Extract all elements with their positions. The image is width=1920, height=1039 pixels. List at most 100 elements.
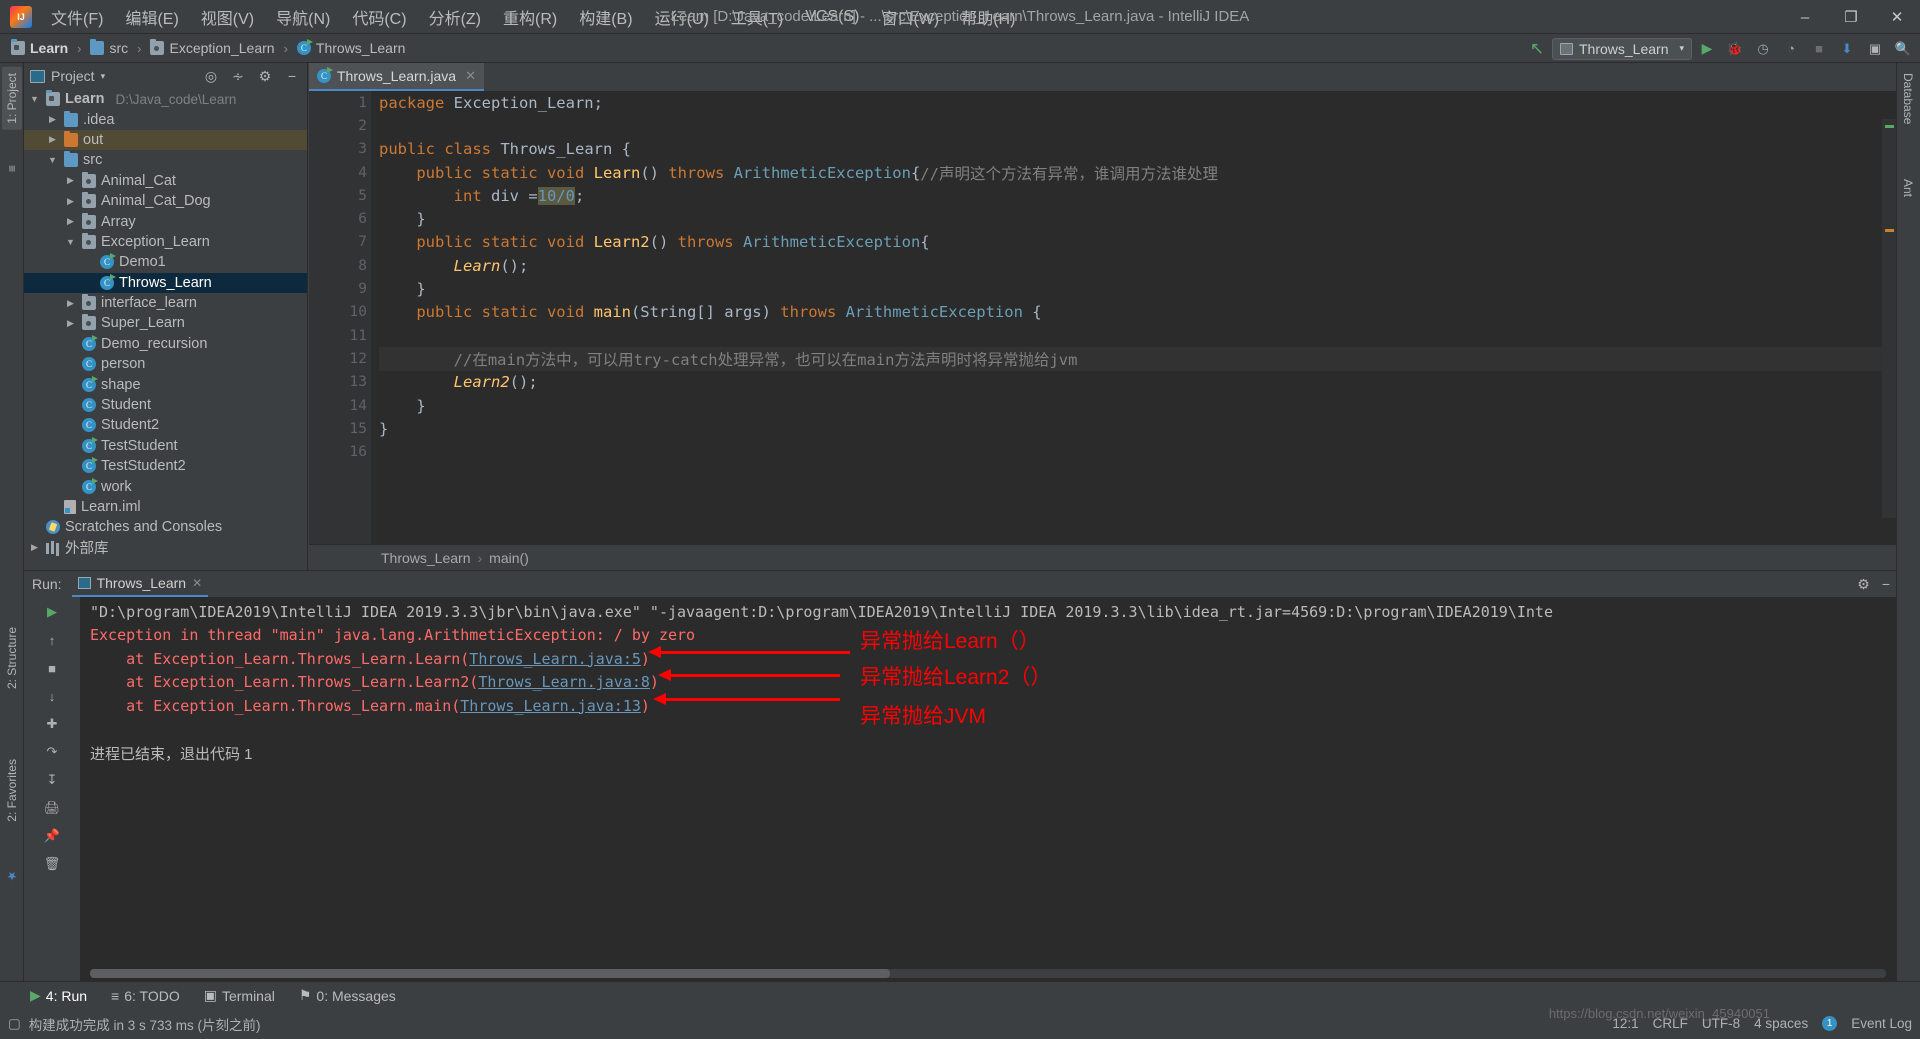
sidebar-tab-database[interactable]: Database <box>1898 67 1918 130</box>
chevron-down-icon[interactable]: ▼ <box>46 155 59 165</box>
tree-item-throws-learn[interactable]: Throws_Learn <box>24 272 307 293</box>
scrollbar-thumb[interactable] <box>90 969 890 978</box>
project-tree[interactable]: ▼ Learn D:\Java_code\Learn ▶ .idea ▶ out ▼ src ▶ A… <box>24 89 307 570</box>
tree-item-teststudent[interactable]: TestStudent <box>24 436 307 456</box>
breadcrumb-method-name[interactable]: main() <box>489 550 529 566</box>
down-icon[interactable]: ↓ <box>41 685 63 707</box>
hide-panel-icon[interactable]: − <box>1882 576 1890 593</box>
profile-button[interactable]: ◔ <box>1778 37 1804 61</box>
breadcrumb-src[interactable]: src <box>87 39 131 57</box>
editor-gutter[interactable]: 123▶4⊖56⊖7⊖89⊖10▶⊖11121314⊖1516 <box>309 91 402 544</box>
search-icon[interactable]: 🔍 <box>1890 37 1916 61</box>
chevron-right-icon[interactable]: ▶ <box>28 542 41 553</box>
tree-item-scratches-and-consoles[interactable]: Scratches and Consoles <box>24 517 307 537</box>
code-line-10[interactable]: public static void main (String[] args) t… <box>379 301 1896 324</box>
tree-item--idea[interactable]: ▶ .idea <box>24 109 307 129</box>
menu-code[interactable]: 代码(C) <box>341 1 417 33</box>
gutter-line-15[interactable]: 15 <box>309 417 371 440</box>
code-line-9[interactable]: } <box>379 277 1896 300</box>
tree-item-src[interactable]: ▼ src <box>24 150 307 170</box>
tree-item-array[interactable]: ▶ Array <box>24 211 307 231</box>
sidebar-tab-favorites[interactable]: 2: Favorites <box>2 753 22 828</box>
tool-tab-run[interactable]: ▶ 4: Run <box>26 985 91 1006</box>
gutter-line-10[interactable]: 10▶⊖ <box>309 301 402 324</box>
tool-tab-terminal[interactable]: ▣ Terminal <box>200 985 279 1006</box>
chevron-right-icon[interactable]: ▶ <box>64 318 77 329</box>
code-line-15[interactable]: } <box>379 417 1896 440</box>
chevron-right-icon[interactable]: ▶ <box>64 298 77 309</box>
breadcrumb-class[interactable]: Throws_Learn <box>294 39 409 57</box>
tree-item-work[interactable]: work <box>24 476 307 496</box>
sidebar-tab-ant[interactable]: Ant <box>1898 173 1918 203</box>
minimize-button[interactable]: – <box>1782 0 1828 34</box>
gutter-line-6[interactable]: 6⊖ <box>309 207 402 230</box>
sidebar-tab-structure[interactable]: 2: Structure <box>2 621 22 695</box>
stop-button[interactable]: ■ <box>1806 37 1832 61</box>
run-button[interactable]: ▶ <box>1694 37 1720 61</box>
console-horizontal-scrollbar[interactable] <box>90 969 1886 978</box>
pin-icon[interactable]: 📌 <box>41 825 63 847</box>
gear-icon[interactable]: ⚙ <box>1857 576 1870 593</box>
collapse-all-icon[interactable]: ∻ <box>229 67 247 85</box>
close-icon[interactable]: ✕ <box>192 576 202 590</box>
tree-item-out[interactable]: ▶ out <box>24 129 307 151</box>
tree-item-interface-learn[interactable]: ▶ interface_learn <box>24 293 307 313</box>
code-line-16[interactable] <box>379 440 1896 463</box>
breadcrumb-package[interactable]: Exception_Learn <box>147 39 277 57</box>
gutter-line-9[interactable]: 9⊖ <box>309 277 402 300</box>
gutter-line-1[interactable]: 1 <box>309 91 371 114</box>
update-project-button[interactable]: ⬇ <box>1834 37 1860 61</box>
code-line-14[interactable]: } <box>379 394 1896 417</box>
run-configuration-selector[interactable]: Throws_Learn ▾ <box>1552 37 1692 60</box>
gutter-line-3[interactable]: 3▶ <box>309 138 384 161</box>
tree-item-demo-recursion[interactable]: Demo_recursion <box>24 334 307 354</box>
tree-item-student2[interactable]: Student2 <box>24 415 307 435</box>
code-line-13[interactable]: Learn2 (); <box>379 371 1896 394</box>
stack-trace-link[interactable]: Throws_Learn.java:13 <box>460 697 641 715</box>
gutter-line-13[interactable]: 13 <box>309 371 371 394</box>
tree-item-shape[interactable]: shape <box>24 374 307 394</box>
error-stripe[interactable] <box>1882 119 1896 518</box>
chevron-right-icon[interactable]: ▶ <box>64 196 77 207</box>
code-line-1[interactable]: package Exception_Learn; <box>379 91 1896 114</box>
gutter-line-14[interactable]: 14⊖ <box>309 394 402 417</box>
code-line-8[interactable]: Learn (); <box>379 254 1896 277</box>
scroll-from-source-icon[interactable]: ◎ <box>202 67 220 85</box>
gutter-line-12[interactable]: 12 <box>309 347 371 370</box>
print-icon[interactable]: 🖨 <box>41 797 63 819</box>
gutter-line-7[interactable]: 7⊖ <box>309 231 402 254</box>
tab-throws-learn-java[interactable]: Throws_Learn.java ✕ <box>309 63 484 91</box>
code-line-2[interactable] <box>379 114 1896 137</box>
tree-item-teststudent2[interactable]: TestStudent2 <box>24 456 307 476</box>
hide-panel-icon[interactable]: − <box>283 67 301 85</box>
code-line-7[interactable]: public static void Learn2() throws Arith… <box>379 231 1896 254</box>
menu-navigate[interactable]: 导航(N) <box>265 1 341 33</box>
stop-icon[interactable]: ■ <box>41 657 63 679</box>
sidebar-tab-project[interactable]: 1: Project <box>2 67 22 130</box>
gutter-line-16[interactable]: 16 <box>309 440 371 463</box>
tool-tab-messages[interactable]: ⚑ 0: Messages <box>295 985 400 1006</box>
soft-wrap-icon[interactable]: ↷ <box>41 741 63 763</box>
stack-trace-link[interactable]: Throws_Learn.java:8 <box>478 673 650 691</box>
filter-icon[interactable]: ✚ <box>41 713 63 735</box>
layout-button[interactable]: ▣ <box>1862 37 1888 61</box>
code-text[interactable]: package Exception_Learn; public class Th… <box>371 91 1896 544</box>
chevron-down-icon[interactable]: ▼ <box>28 94 41 104</box>
chevron-down-icon[interactable]: ▾ <box>101 71 106 82</box>
rerun-icon[interactable]: ▶ <box>41 601 63 623</box>
chevron-down-icon[interactable]: ▼ <box>64 237 77 247</box>
menu-file[interactable]: 文件(F) <box>40 1 114 33</box>
tree-item-person[interactable]: person <box>24 354 307 374</box>
stack-trace-link[interactable]: Throws_Learn.java:5 <box>469 650 641 668</box>
debug-button[interactable]: 🐞 <box>1722 37 1748 61</box>
menu-view[interactable]: 视图(V) <box>190 1 265 33</box>
up-icon[interactable]: ↑ <box>41 629 63 651</box>
close-icon[interactable]: ✕ <box>465 68 476 84</box>
trash-icon[interactable]: 🗑 <box>41 853 63 875</box>
chevron-right-icon[interactable]: ▶ <box>64 175 77 186</box>
menu-refactor[interactable]: 重构(R) <box>492 1 568 33</box>
gutter-line-8[interactable]: 8 <box>309 254 371 277</box>
tree-item-animal-cat[interactable]: ▶ Animal_Cat <box>24 171 307 191</box>
gutter-line-4[interactable]: 4⊖ <box>309 161 402 184</box>
sidebar-tab-structure-top[interactable]: ≡ <box>2 159 22 178</box>
